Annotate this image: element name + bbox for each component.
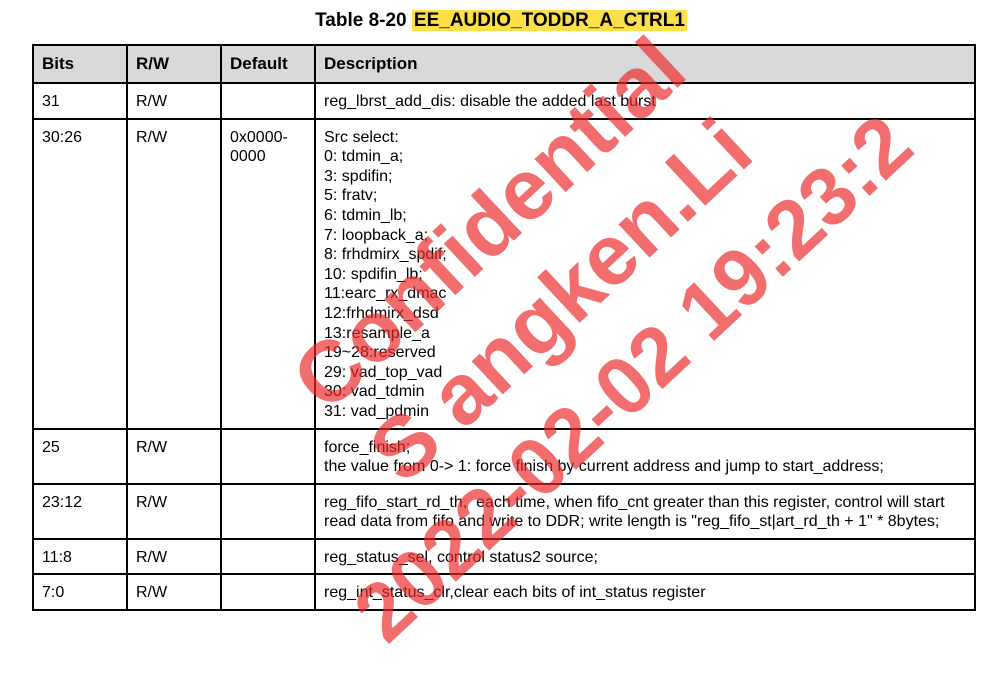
description-line: 7: loopback_a; <box>324 226 429 244</box>
register-table: Bits R/W Default Description 31 R/W reg_lb… <box>32 44 976 612</box>
description-line: reg_fifo_start_rd_th, each time, when fi… <box>324 493 950 531</box>
bits-cell: 11:8 <box>32 537 128 576</box>
description-line: reg_lbrst_add_dis: disable the added las… <box>324 93 656 110</box>
description-line: 29: vad_top_vad <box>324 363 443 381</box>
description-line: 8: frhdmirx_spdif; <box>324 246 447 264</box>
description-line: 10: spdifin_lb; <box>324 265 423 283</box>
description-cell: reg_status_sel, control status2 source; <box>314 537 976 576</box>
table-row: 11:8 R/W reg_status_sel, control status2 s… <box>32 537 976 576</box>
table-body: 31 R/W reg_lbrst_add_dis: disable the adde… <box>32 82 976 612</box>
description-cell: Src select: 0: tdmin_a; 3: spdifin; 5: frat… <box>314 117 976 430</box>
table-caption: Table 8-20 EE_AUDIO_TODDR_A_CTRL1 <box>0 9 1002 33</box>
default-cell <box>220 82 316 120</box>
rw-cell: R/W <box>126 573 222 612</box>
default-cell <box>220 573 316 612</box>
description-cell: reg_int_status_clr,clear each bits of in… <box>314 573 976 612</box>
rw-cell: R/W <box>126 537 222 576</box>
bits-cell: 30:26 <box>32 117 128 430</box>
table-header-row: Bits R/W Default Description <box>32 44 976 84</box>
rw-cell: R/W <box>126 117 222 430</box>
table-row: 30:26 R/W 0x0000- 0000 Src select: 0: tdmin_… <box>32 117 976 430</box>
default-cell: 0x0000- 0000 <box>220 117 316 430</box>
header-description: Description <box>314 44 976 84</box>
rw-cell: R/W <box>126 427 222 485</box>
description-line: 19~28:reserved <box>324 344 436 362</box>
description-line: 30: vad_tdmin <box>324 383 425 401</box>
rw-cell: R/W <box>126 82 222 120</box>
default-cell <box>220 427 316 485</box>
register-name-highlight: EE_AUDIO_TODDR_A_CTRL1 <box>411 10 687 31</box>
table-row: 31 R/W reg_lbrst_add_dis: disable the adde… <box>32 82 976 120</box>
bits-cell: 25 <box>32 427 128 485</box>
description-line: reg_int_status_clr,clear each bits of in… <box>324 584 706 602</box>
description-line: 12:frhdmirx_dsd <box>324 304 439 322</box>
table-caption-prefix: Table 8-20 <box>315 10 412 31</box>
description-line: 13:resample_a <box>324 324 430 342</box>
description-line: 5: fratv; <box>324 187 378 205</box>
table-row: 23:12 R/W reg_fifo_start_rd_th, each time,… <box>32 482 976 540</box>
default-cell <box>220 482 316 540</box>
header-rw: R/W <box>126 44 222 84</box>
bits-cell: 23:12 <box>32 482 128 540</box>
description-cell: force_finish;the value from 0-> 1: force… <box>314 427 976 485</box>
header-default: Default <box>220 44 316 84</box>
description-line: 11:earc_rx_dmac <box>324 285 447 303</box>
description-line: 31: vad_pdmin <box>324 402 429 420</box>
description-line: 3: spdifin; <box>324 167 393 185</box>
description-line: the value from 0-> 1: force finish by cu… <box>324 458 884 476</box>
bits-cell: 7:0 <box>32 573 128 612</box>
description-line: force_finish; <box>324 438 411 456</box>
table-row: 7:0 R/W reg_int_status_clr,clear each bits… <box>32 573 976 612</box>
header-bits: Bits <box>32 44 128 84</box>
bits-cell: 31 <box>32 82 128 120</box>
description-line: 6: tdmin_lb; <box>324 206 407 224</box>
description-cell: reg_lbrst_add_dis: disable the added las… <box>314 82 976 120</box>
description-line: Src select: <box>324 128 399 146</box>
description-line: reg_status_sel, control status2 source; <box>324 548 598 566</box>
rw-cell: R/W <box>126 482 222 540</box>
description-line: 0: tdmin_a; <box>324 148 404 166</box>
description-cell: reg_fifo_start_rd_th, each time, when fi… <box>314 482 976 540</box>
table-row: 25 R/W force_finish;the value from 0-> 1: … <box>32 427 976 485</box>
default-cell <box>220 537 316 576</box>
